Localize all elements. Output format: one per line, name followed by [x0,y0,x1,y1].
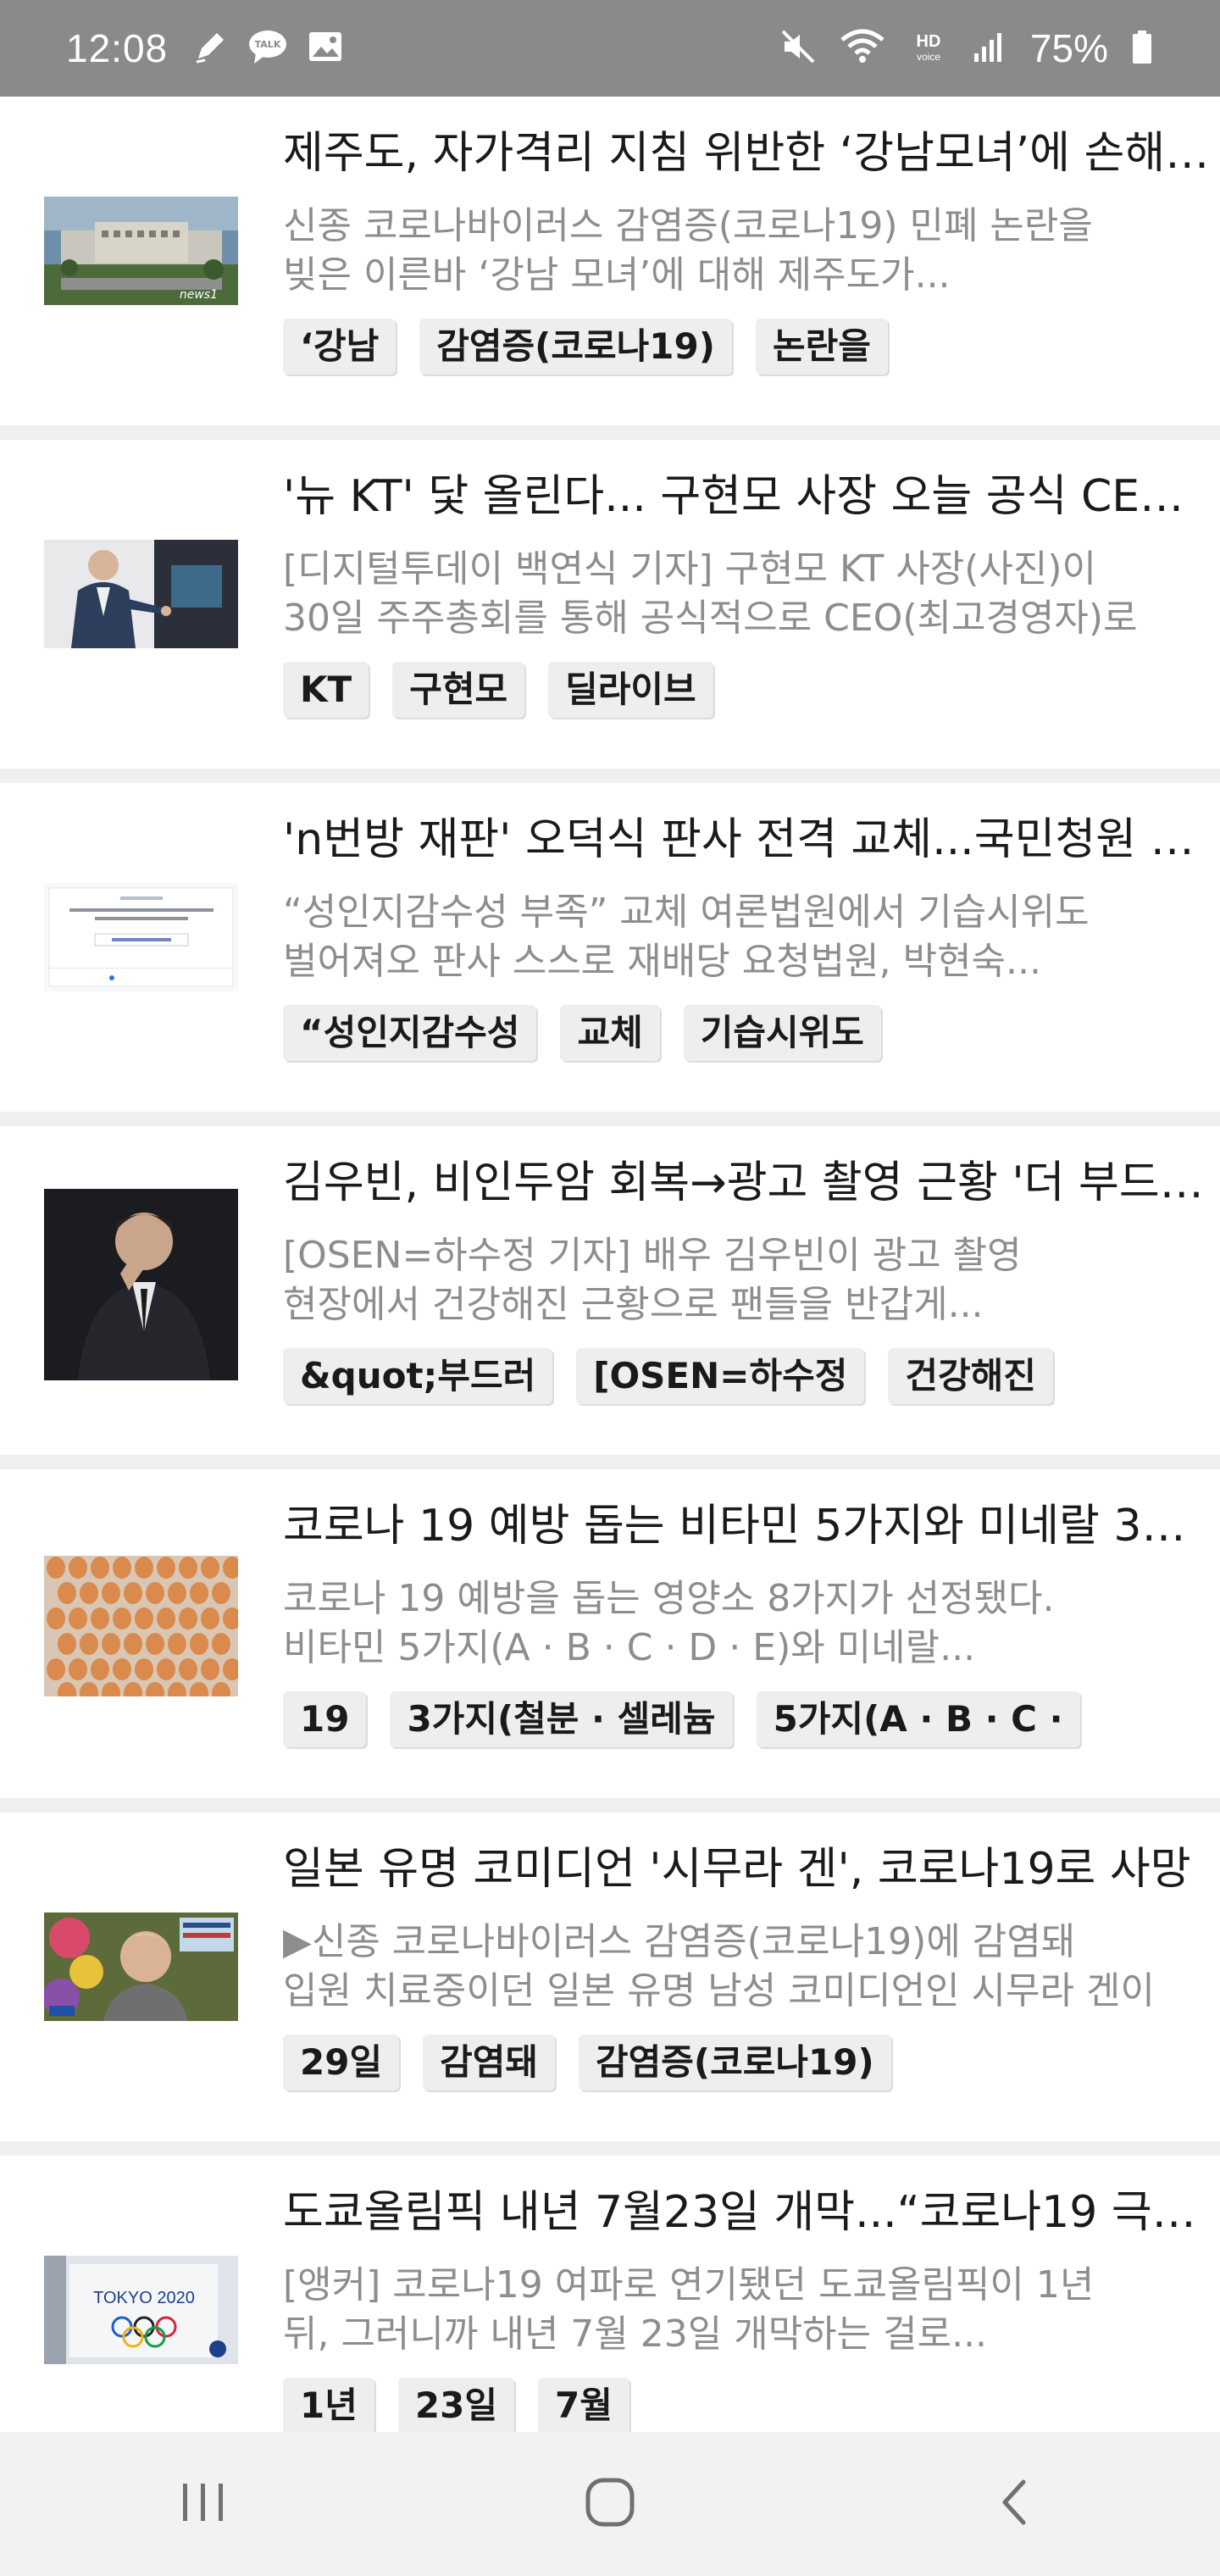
keyword-tag[interactable]: 19 [283,1691,367,1747]
keyword-tag[interactable]: 논란을 [755,319,888,375]
keyword-tag[interactable]: 건강해진 [888,1348,1053,1404]
news-card[interactable]: news1 제주도, 자가격리 지침 위반한 ‘강남모녀’에 손해배상 청구 신… [0,97,1220,440]
summary-line: “성인지감수성 부족” 교체 여론법원에서 기습시위도 [283,891,1090,934]
keyword-tag[interactable]: 딜라이브 [548,662,713,718]
news-title[interactable]: 제주도, 자가격리 지침 위반한 ‘강남모녀’에 손해배상 청구 [283,125,1215,181]
tag-list: 1년 23일 7월 [283,2378,1215,2432]
news-card[interactable]: 일본 유명 코미디언 '시무라 겐', 코로나19로 사망 ▶신종 코로나바이러… [0,1813,1220,2156]
news-title[interactable]: '뉴 KT' 닻 올린다... 구현모 사장 오늘 공식 CEO 취임 [283,469,1215,525]
news-feed[interactable]: news1 제주도, 자가격리 지침 위반한 ‘강남모녀’에 손해배상 청구 신… [0,97,1220,2432]
tag-list: ‘강남 감염증(코로나19) 논란을 [283,319,1215,375]
tag-list: “성인지감수성 교체 기습시위도 [283,1005,1215,1061]
summary-line: 비타민 5가지(A · B · C · D · E)와 미네랄... [283,1626,976,1669]
status-time: 12:08 [66,26,169,70]
summary-line: 벌어져오 판사 스스로 재배당 요청법원, 박현숙... [283,940,1041,983]
news-card[interactable]: 코로나 19 예방 돕는 비타민 5가지와 미네랄 3가지 코로나 19 예방을… [0,1469,1220,1813]
hd-label: HD [916,32,940,51]
summary-line: 뒤, 그러니까 내년 7월 23일 개막하는 걸로... [283,2312,988,2356]
voice-label: voice [917,51,940,63]
navigation-bar [0,2432,1220,2576]
keyword-tag[interactable]: [OSEN=하수정 [576,1348,865,1404]
keyword-tag[interactable]: ‘강남 [283,319,396,375]
keyword-tag[interactable]: 23일 [397,2378,514,2432]
news-summary: “성인지감수성 부족” 교체 여론법원에서 기습시위도 벌어져오 판사 스스로 … [283,888,1215,986]
summary-line: [앵커] 코로나19 여파로 연기됐던 도쿄올림픽이 1년 [283,2263,1095,2307]
tag-list: &quot;부드러 [OSEN=하수정 건강해진 [283,1348,1215,1404]
tag-list: KT 구현모 딜라이브 [283,662,1215,718]
news-thumbnail[interactable]: TOKYO 2020 [44,2256,238,2364]
news-title[interactable]: 코로나 19 예방 돕는 비타민 5가지와 미네랄 3가지 [283,1498,1215,1554]
hd-voice-icon: HD voice [908,28,949,69]
news-summary: ▶신종 코로나바이러스 감염증(코로나19)에 감염돼 입원 치료중이던 일본 … [283,1918,1215,2016]
signal-icon [971,28,1008,69]
news-card[interactable]: '뉴 KT' 닻 올린다... 구현모 사장 오늘 공식 CEO 취임 [디지털… [0,440,1220,783]
summary-line: 빚은 이른바 ‘강남 모녀’에 대해 제주도가... [283,253,951,297]
keyword-tag[interactable]: 교체 [560,1005,660,1061]
keyword-tag[interactable]: “성인지감수성 [283,1005,537,1061]
news-summary: [디지털투데이 백연식 기자] 구현모 KT 사장(사진)이 30일 주주총회를… [283,545,1215,643]
news-summary: [앵커] 코로나19 여파로 연기됐던 도쿄올림픽이 1년 뒤, 그러니까 내년… [283,2261,1215,2359]
summary-line: 현장에서 건강해진 근황으로 팬들을 반갑게... [283,1283,984,1326]
news-title[interactable]: 일본 유명 코미디언 '시무라 겐', 코로나19로 사망 [283,1841,1215,1897]
battery-icon [1130,28,1154,69]
keyword-tag[interactable]: 1년 [283,2378,374,2432]
home-icon [583,2475,637,2533]
summary-line: 입원 치료중이던 일본 유명 남성 코미디언인 시무라 겐이 [283,1969,1155,2012]
summary-line: 30일 주주총회를 통해 공식적으로 CEO(최고경영자)로 [283,597,1138,640]
talk-label: TALK [255,39,281,50]
gallery-icon [307,28,344,69]
wifi-icon [839,28,886,69]
keyword-tag[interactable]: 기습시위도 [683,1005,881,1061]
keyword-tag[interactable]: &quot;부드러 [283,1348,553,1404]
news-thumbnail[interactable] [44,883,238,991]
keyword-tag[interactable]: 5가지(A · B · C · [756,1691,1080,1747]
pen-icon [191,28,229,69]
news-thumbnail[interactable] [44,1556,238,1696]
keyword-tag[interactable]: 감염돼 [423,2035,556,2090]
tokyo2020-label: TOKYO 2020 [93,2289,195,2307]
keyword-tag[interactable]: 7월 [537,2378,629,2432]
talk-icon: TALK [247,28,288,69]
recent-apps-button[interactable] [144,2462,263,2546]
news-summary: [OSEN=하수정 기자] 배우 김우빈이 광고 촬영 현장에서 건강해진 근황… [283,1231,1215,1330]
summary-line: [디지털투데이 백연식 기자] 구현모 KT 사장(사진)이 [283,547,1097,591]
news-thumbnail[interactable] [44,1189,238,1380]
recent-apps-icon [178,2477,229,2531]
news-thumbnail[interactable] [44,540,238,648]
keyword-tag[interactable]: 구현모 [392,662,525,718]
back-button[interactable] [957,2462,1076,2546]
news-card[interactable]: 김우빈, 비인두암 회복→광고 촬영 근황 '더 부드러워진 미소' [OSEN… [0,1126,1220,1469]
news-title[interactable]: 'n번방 재판' 오덕식 판사 전격 교체...국민청원 40만 넘어 [283,812,1215,868]
status-right: HD voice 75% [779,25,1154,71]
battery-percent: 75% [1029,26,1108,70]
news-card[interactable]: 'n번방 재판' 오덕식 판사 전격 교체...국민청원 40만 넘어 “성인지… [0,783,1220,1126]
keyword-tag[interactable]: 3가지(철분 · 셀레늄 [390,1691,733,1747]
news-summary: 코로나 19 예방을 돕는 영양소 8가지가 선정됐다. 비타민 5가지(A ·… [283,1574,1215,1673]
news-thumbnail[interactable]: news1 [44,197,238,305]
back-icon [991,2477,1042,2531]
keyword-tag[interactable]: 감염증(코로나19) [419,319,732,375]
keyword-tag[interactable]: 감염증(코로나19) [579,2035,891,2090]
keyword-tag[interactable]: KT [283,662,369,718]
summary-line: [OSEN=하수정 기자] 배우 김우빈이 광고 촬영 [283,1234,1022,1277]
news1-watermark: news1 [180,288,218,302]
summary-line: ▶신종 코로나바이러스 감염증(코로나19)에 감염돼 [283,1920,1076,1963]
home-button[interactable] [551,2462,669,2546]
keyword-tag[interactable]: 29일 [283,2035,400,2090]
news-summary: 신종 코로나바이러스 감염증(코로나19) 민폐 논란을 빚은 이른바 ‘강남 … [283,202,1215,300]
news-title[interactable]: 김우빈, 비인두암 회복→광고 촬영 근황 '더 부드러워진 미소' [283,1155,1215,1211]
tag-list: 29일 감염돼 감염증(코로나19) [283,2035,1215,2090]
notification-icons: TALK [191,28,344,69]
status-bar: 12:08 TALK HD voice 75% [0,0,1220,97]
news-card[interactable]: TOKYO 2020 도쿄올림픽 내년 7월23일 개막...“코로나19 극복… [0,2156,1220,2432]
tag-list: 19 3가지(철분 · 셀레늄 5가지(A · B · C · [283,1691,1215,1747]
news-thumbnail[interactable] [44,1913,238,2021]
summary-line: 코로나 19 예방을 돕는 영양소 8가지가 선정됐다. [283,1577,1055,1620]
summary-line: 신종 코로나바이러스 감염증(코로나19) 민폐 논란을 [283,204,1093,247]
mute-icon [779,28,817,69]
news-title[interactable]: 도쿄올림픽 내년 7월23일 개막...“코로나19 극복 상징” [283,2185,1215,2240]
